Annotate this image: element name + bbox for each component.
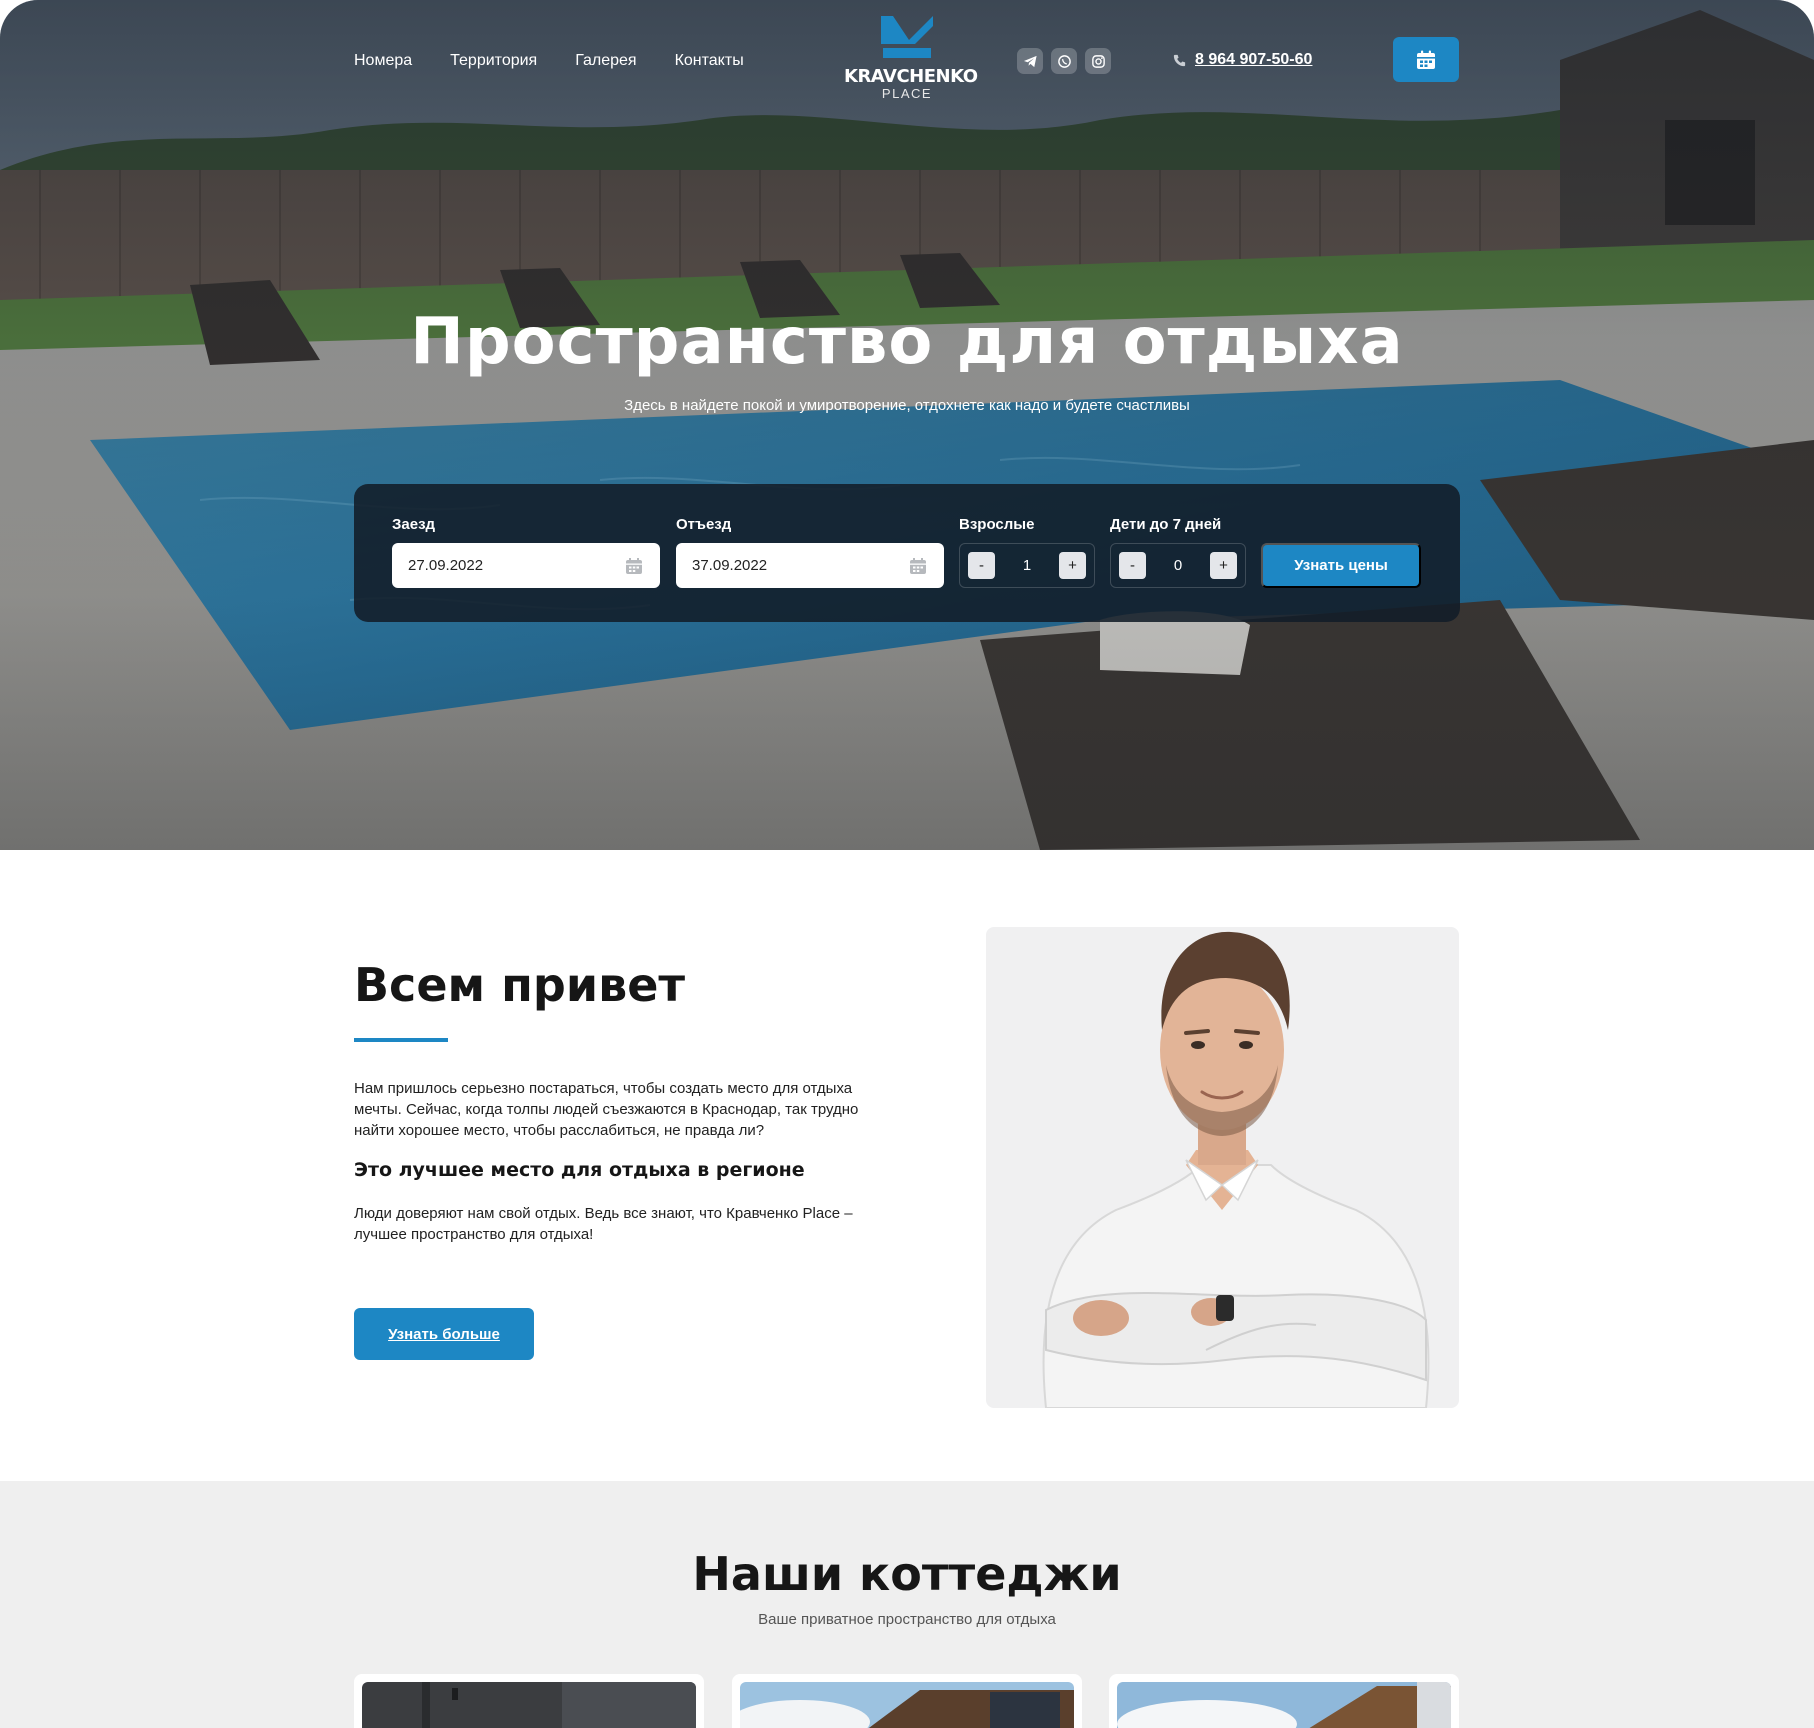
calendar-icon[interactable]	[908, 556, 928, 576]
booking-calendar-button[interactable]	[1393, 37, 1459, 82]
nav-link-rooms[interactable]: Номера	[354, 52, 412, 70]
learn-more-button[interactable]: Узнать больше	[354, 1308, 534, 1360]
cottage-card[interactable]	[1109, 1674, 1459, 1728]
hero-subtitle: Здесь в найдете покой и умиротворение, о…	[624, 397, 1190, 414]
landing-page: Номера Территория Галерея Контакты KRAVC…	[0, 0, 1814, 1728]
cottage-card[interactable]	[732, 1674, 1082, 1728]
calendar-icon[interactable]	[624, 556, 644, 576]
phone-link[interactable]: 8 964 907-50-60	[1172, 51, 1312, 69]
checkin-date-field[interactable]: 27.09.2022	[392, 543, 660, 588]
owner-portrait-image	[1042, 931, 1430, 1408]
booking-form: Заезд 27.09.2022 Отъезд 37.09.2022 Взрос…	[354, 484, 1460, 622]
about-paragraph-2: Люди доверяют нам свой отдых. Ведь все з…	[354, 1205, 853, 1243]
whatsapp-icon[interactable]	[1051, 48, 1077, 74]
logo[interactable]: KRAVCHENKO PLACE	[844, 14, 978, 114]
hero-title: Пространство для отдыха	[410, 305, 1404, 379]
phone-number: 8 964 907-50-60	[1195, 51, 1313, 68]
social-links	[1017, 48, 1111, 74]
kids-decrement-button[interactable]: -	[1119, 552, 1146, 579]
title-divider	[354, 1038, 448, 1042]
instagram-icon[interactable]	[1085, 48, 1111, 74]
main-nav: Номера Территория Галерея Контакты	[354, 52, 744, 70]
logo-sub: PLACE	[881, 86, 933, 101]
hero-section: Номера Территория Галерея Контакты KRAVC…	[0, 0, 1814, 850]
cottages-section: Наши коттеджи Ваше приватное пространств…	[0, 1481, 1814, 1728]
logo-mark-icon	[881, 16, 933, 58]
checkout-date-value: 37.09.2022	[692, 557, 768, 574]
logo-name: KRAVCHENKO	[844, 66, 978, 87]
phone-icon	[1173, 54, 1186, 66]
nav-link-gallery[interactable]: Галерея	[575, 52, 636, 70]
cottages-title: Наши коттеджи	[692, 1547, 1122, 1601]
kids-stepper: - 0 +	[1110, 543, 1246, 588]
kids-increment-button[interactable]: +	[1210, 552, 1237, 579]
nav-link-territory[interactable]: Территория	[450, 52, 537, 70]
about-title: Всем привет	[354, 958, 686, 1012]
adults-decrement-button[interactable]: -	[968, 552, 995, 579]
kids-count: 0	[1173, 557, 1183, 574]
kids-label: Дети до 7 дней	[1110, 516, 1222, 533]
checkout-date-field[interactable]: 37.09.2022	[676, 543, 944, 588]
adults-increment-button[interactable]: +	[1059, 552, 1086, 579]
hero-overlay	[0, 0, 1814, 850]
calendar-icon	[1417, 50, 1435, 69]
cottage-card[interactable]	[354, 1674, 704, 1728]
adults-label: Взрослые	[959, 516, 1035, 533]
checkin-label: Заезд	[392, 516, 436, 533]
adults-stepper: - 1 +	[959, 543, 1095, 588]
checkin-date-value: 27.09.2022	[408, 557, 484, 574]
cottage-image	[740, 1682, 1074, 1728]
checkout-label: Отъезд	[676, 516, 732, 533]
cottage-image	[1117, 1682, 1451, 1728]
cottages-subtitle: Ваше приватное пространство для отдыха	[758, 1611, 1056, 1628]
telegram-icon[interactable]	[1017, 48, 1043, 74]
adults-count: 1	[1022, 557, 1032, 574]
nav-link-contacts[interactable]: Контакты	[675, 52, 744, 70]
about-subtitle: Это лучшее место для отдыха в регионе	[354, 1159, 805, 1181]
about-paragraph-1: Нам пришлось серьезно постараться, чтобы…	[354, 1080, 859, 1139]
get-prices-button[interactable]: Узнать цены	[1261, 543, 1421, 588]
cottage-image	[362, 1682, 696, 1728]
